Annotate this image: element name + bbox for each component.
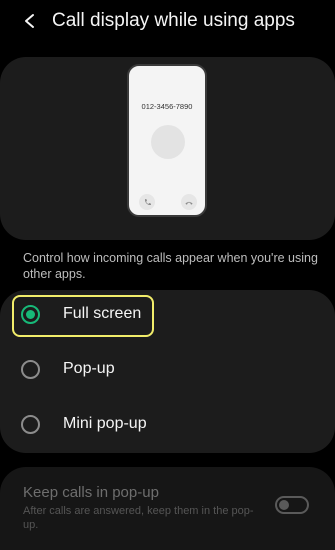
option-mini-pop-up[interactable]: Mini pop-up [0, 400, 335, 450]
caller-avatar [151, 125, 185, 159]
radio-full-screen[interactable] [21, 305, 40, 324]
phone-icon [144, 198, 151, 205]
keep-calls-toggle[interactable] [275, 496, 309, 514]
keep-calls-title: Keep calls in pop-up [23, 484, 159, 501]
phone-hangup-icon [185, 201, 193, 205]
description-text: Control how incoming calls appear when y… [23, 251, 318, 281]
header-bar: Call display while using apps [0, 0, 335, 44]
option-label: Full screen [63, 305, 142, 322]
keep-calls-subtitle: After calls are answered, keep them in t… [23, 505, 254, 531]
chevron-left-icon [25, 14, 34, 28]
option-label: Mini pop-up [63, 415, 147, 432]
page-title: Call display while using apps [52, 10, 295, 31]
preview-phone-number: 012-3456-7890 [141, 102, 193, 111]
radio-pop-up[interactable] [21, 360, 40, 379]
option-label: Pop-up [63, 360, 115, 377]
option-full-screen[interactable]: Full screen [0, 290, 335, 340]
decline-call-preview [181, 194, 197, 210]
accept-call-preview [139, 194, 155, 210]
toggle-knob [279, 500, 289, 510]
call-display-options: Full screen Pop-up Mini pop-up [0, 290, 335, 453]
option-pop-up[interactable]: Pop-up [0, 345, 335, 395]
phone-preview: 012-3456-7890 [127, 64, 207, 217]
back-button[interactable] [16, 7, 44, 35]
radio-mini-pop-up[interactable] [21, 415, 40, 434]
